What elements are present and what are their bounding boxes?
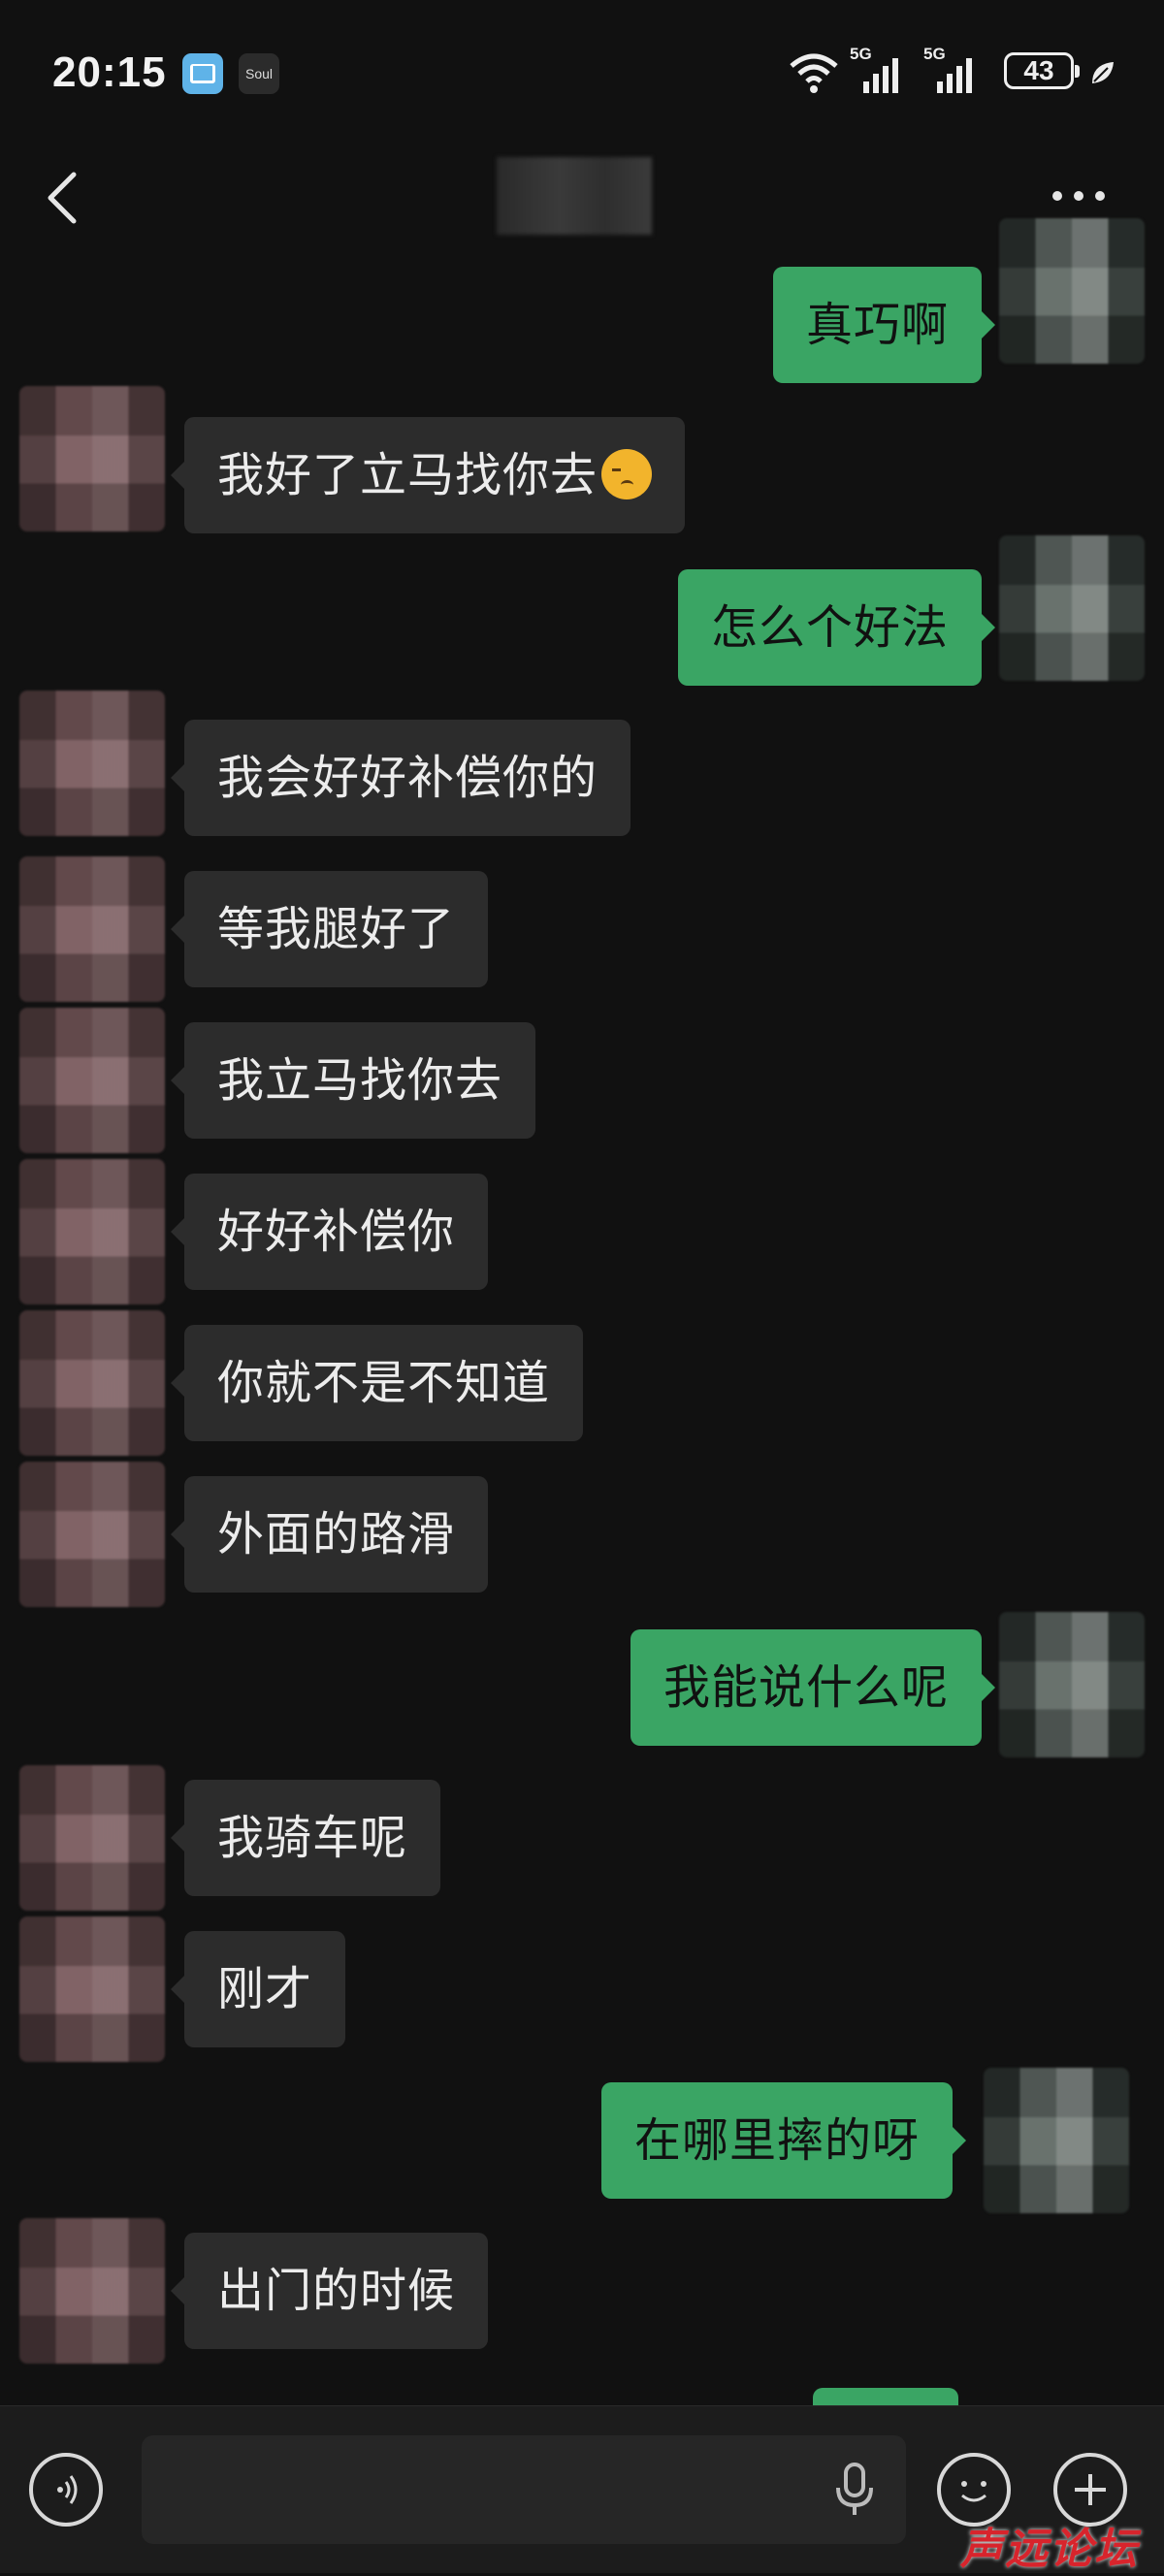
- contact-avatar[interactable]: [19, 1916, 165, 2062]
- incoming-message-bubble[interactable]: 你就不是不知道: [170, 1325, 584, 1441]
- incoming-message-bubble[interactable]: 好好补偿你: [170, 1174, 489, 1290]
- my-avatar[interactable]: [999, 218, 1145, 364]
- tired-face-emoji-icon: [601, 449, 653, 499]
- contact-avatar[interactable]: [19, 691, 165, 836]
- contact-avatar[interactable]: [19, 386, 165, 531]
- outgoing-message-bubble[interactable]: 我能说什么呢: [630, 1629, 996, 1746]
- voice-wave-icon: [57, 2475, 78, 2504]
- my-avatar[interactable]: [999, 535, 1145, 681]
- message-list[interactable]: 真巧啊 我好了立马找你去 怎么个好法 我会好好补偿你的 等我腿好了 我立马找你去…: [0, 0, 1164, 2417]
- incoming-message-bubble[interactable]: 等我腿好了: [170, 871, 489, 987]
- contact-avatar[interactable]: [19, 1008, 165, 1153]
- contact-avatar[interactable]: [19, 1765, 165, 1911]
- plus-icon: [1075, 2474, 1106, 2505]
- my-avatar[interactable]: [999, 1612, 1145, 1757]
- contact-avatar[interactable]: [19, 856, 165, 1002]
- smiley-icon: [961, 2481, 986, 2502]
- incoming-message-bubble[interactable]: 出门的时候: [170, 2233, 489, 2349]
- incoming-message-bubble[interactable]: 外面的路滑: [170, 1476, 489, 1593]
- message-text: 我好了立马找你去: [217, 448, 598, 502]
- incoming-message-bubble[interactable]: 刚才: [170, 1931, 346, 2047]
- outgoing-message-bubble[interactable]: 在哪里摔的呀: [600, 2082, 967, 2199]
- voice-input-toggle-button[interactable]: [29, 2453, 103, 2527]
- microphone-icon[interactable]: [830, 2461, 879, 2519]
- outgoing-message-bubble[interactable]: 真巧啊: [772, 267, 996, 383]
- outgoing-message-bubble[interactable]: 怎么个好法: [677, 569, 996, 686]
- contact-avatar[interactable]: [19, 1310, 165, 1456]
- contact-avatar[interactable]: [19, 1159, 165, 1304]
- incoming-message-bubble[interactable]: 我会好好补偿你的: [170, 720, 631, 836]
- message-input[interactable]: [142, 2435, 906, 2544]
- incoming-message-bubble[interactable]: 我好了立马找你去: [170, 417, 686, 533]
- forum-watermark: 声远论坛: [960, 2525, 1139, 2574]
- my-avatar[interactable]: [984, 2068, 1129, 2213]
- incoming-message-bubble[interactable]: 我骑车呢: [170, 1780, 441, 1896]
- contact-avatar[interactable]: [19, 1462, 165, 1607]
- incoming-message-bubble[interactable]: 我立马找你去: [170, 1022, 536, 1139]
- contact-avatar[interactable]: [19, 2218, 165, 2364]
